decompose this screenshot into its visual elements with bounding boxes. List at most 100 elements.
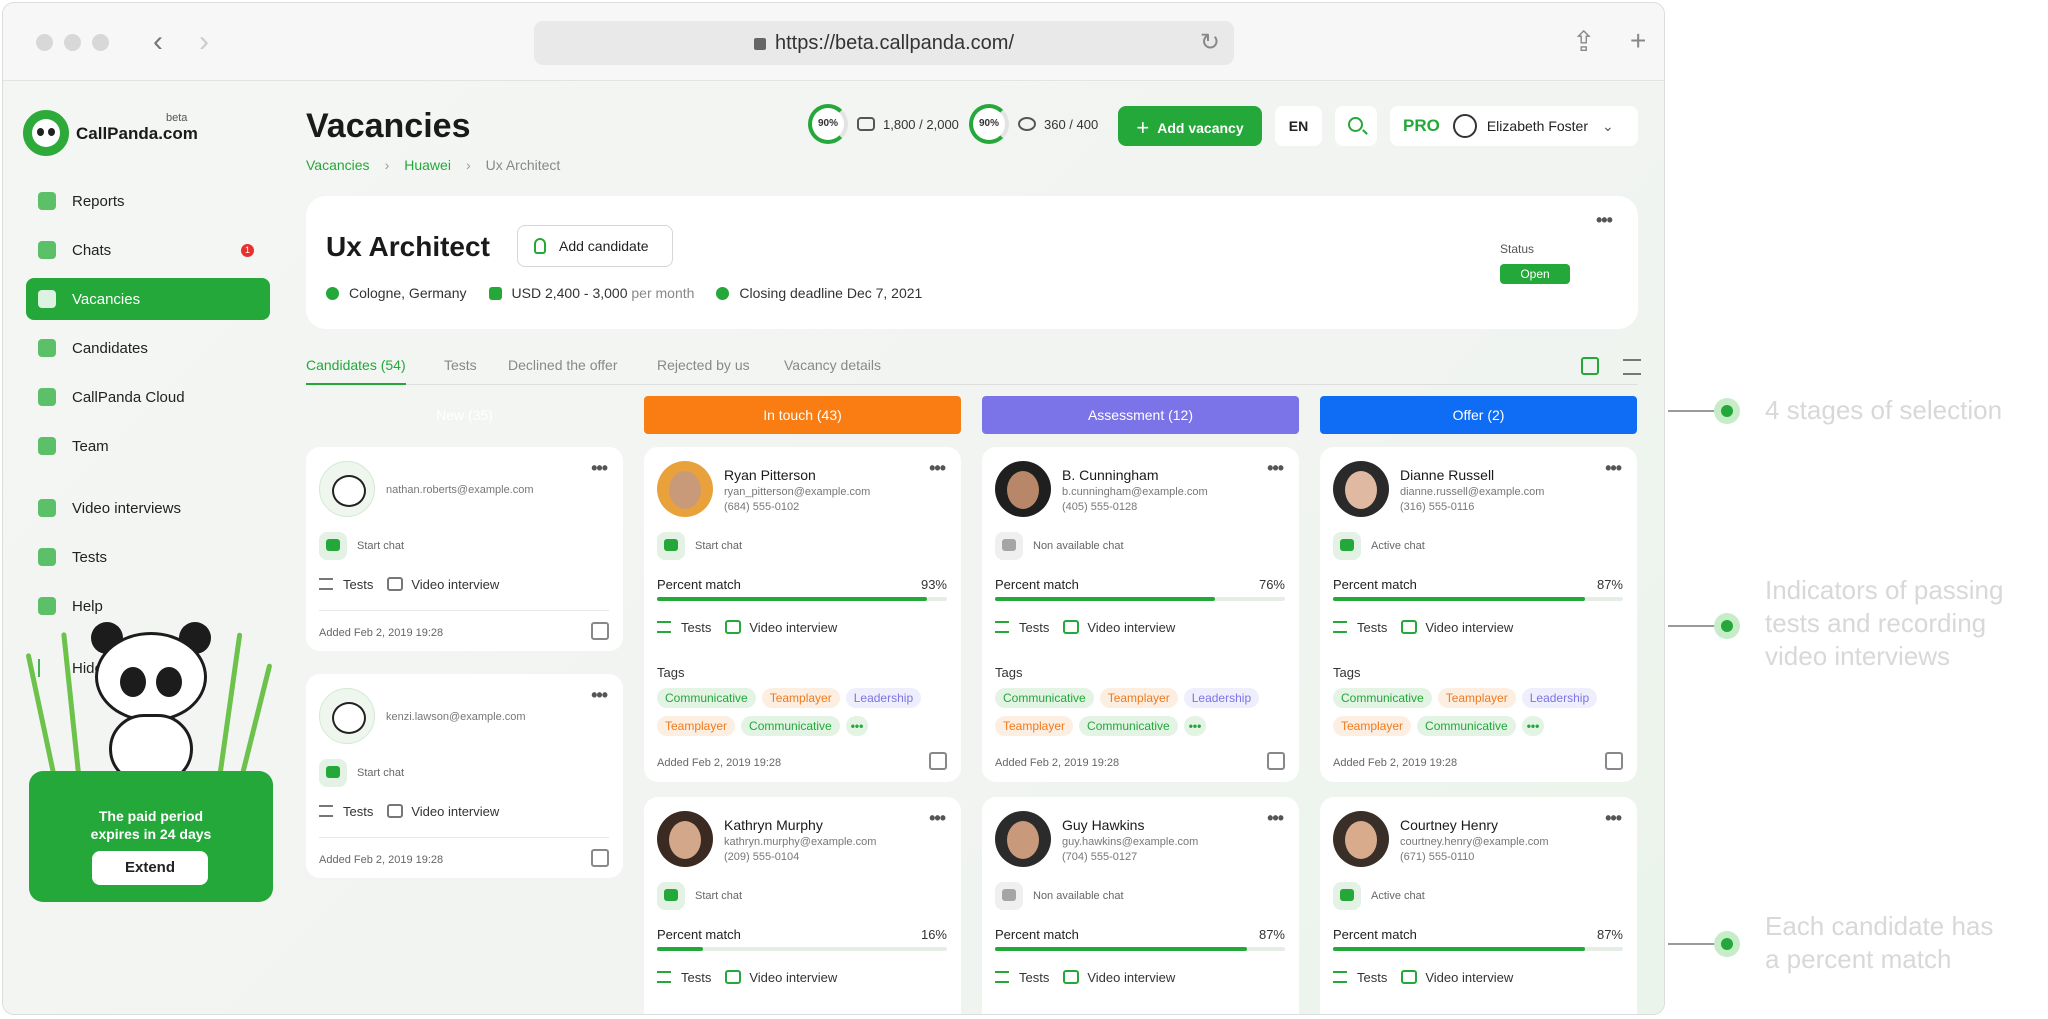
- chat-status[interactable]: Start chat: [319, 532, 404, 560]
- sidebar-item-candidates[interactable]: Candidates: [26, 327, 270, 369]
- chat-status[interactable]: Non available chat: [995, 532, 1124, 560]
- bamboo-decoration: [61, 632, 82, 782]
- tag[interactable]: Teamplayer: [657, 716, 736, 736]
- reload-icon[interactable]: ↻: [1200, 21, 1220, 65]
- tag[interactable]: Communicative: [657, 688, 756, 708]
- select-checkbox[interactable]: [1267, 752, 1285, 770]
- more-options-icon[interactable]: •••: [1267, 458, 1284, 479]
- percent-match-label: Percent match: [995, 577, 1079, 592]
- bamboo-decoration: [216, 632, 243, 782]
- tag[interactable]: Communicative: [1333, 688, 1432, 708]
- vacancy-title: Ux Architect: [326, 231, 490, 262]
- more-tags-icon[interactable]: •••: [1521, 716, 1545, 736]
- candidate-email: guy.hawkins@example.com: [1062, 836, 1199, 848]
- board-view-icon[interactable]: [1581, 357, 1599, 375]
- tag[interactable]: Teamplayer: [1333, 716, 1412, 736]
- zoom-dot[interactable]: [92, 34, 109, 51]
- more-options-icon[interactable]: •••: [1605, 458, 1622, 479]
- new-tab-plus-icon[interactable]: +: [1630, 25, 1646, 57]
- sidebar-item-video-interviews[interactable]: Video interviews: [26, 487, 270, 529]
- tag[interactable]: Communicative: [995, 688, 1094, 708]
- candidate-card[interactable]: Dianne Russell dianne.russell@example.co…: [1320, 447, 1637, 782]
- more-options-icon[interactable]: •••: [1267, 808, 1284, 829]
- candidate-email: nathan.roberts@example.com: [386, 484, 534, 496]
- language-selector[interactable]: EN: [1275, 106, 1322, 146]
- tab-rejected[interactable]: Rejected by us: [657, 357, 750, 385]
- more-options-icon[interactable]: •••: [929, 458, 946, 479]
- search-button[interactable]: [1335, 106, 1377, 146]
- chat-status[interactable]: Active chat: [1333, 532, 1425, 560]
- video-interview-label: Video interview: [411, 576, 500, 592]
- tag[interactable]: Communicative: [1417, 716, 1516, 736]
- forward-arrow-icon[interactable]: ›: [199, 27, 209, 57]
- sidebar-item-label: Chats: [72, 241, 112, 259]
- tag[interactable]: Teamplayer: [1099, 688, 1178, 708]
- user-name: Elizabeth Foster: [1486, 118, 1589, 134]
- more-tags-icon[interactable]: •••: [845, 716, 869, 736]
- chat-status[interactable]: Start chat: [657, 532, 742, 560]
- avatar: [1452, 114, 1477, 138]
- more-options-icon[interactable]: •••: [591, 458, 608, 479]
- sidebar-item-chats[interactable]: Chats 1: [26, 229, 270, 271]
- add-vacancy-button[interactable]: + Add vacancy: [1118, 106, 1262, 146]
- breadcrumb-company[interactable]: Huawei: [404, 157, 451, 173]
- close-dot[interactable]: [36, 34, 53, 51]
- extend-button[interactable]: Extend: [92, 851, 208, 885]
- tab-candidates[interactable]: Candidates (54): [306, 357, 406, 385]
- percent-match-value: 93%: [920, 577, 947, 592]
- tab-tests[interactable]: Tests: [444, 357, 477, 385]
- sidebar-item-team[interactable]: Team: [26, 425, 270, 467]
- chat-status[interactable]: Active chat: [1333, 882, 1425, 910]
- address-bar[interactable]: https://beta.callpanda.com/ ↻: [534, 21, 1234, 65]
- more-tags-icon[interactable]: •••: [1183, 716, 1207, 736]
- sidebar-item-help[interactable]: Help: [26, 585, 270, 627]
- more-options-icon[interactable]: •••: [929, 808, 946, 829]
- sidebar-item-vacancies[interactable]: Vacancies: [26, 278, 270, 320]
- tag[interactable]: Teamplayer: [995, 716, 1074, 736]
- chat-status[interactable]: Non available chat: [995, 882, 1124, 910]
- more-options-icon[interactable]: •••: [1605, 808, 1622, 829]
- select-checkbox[interactable]: [1605, 752, 1623, 770]
- tag[interactable]: Leadership: [845, 688, 922, 708]
- candidate-card[interactable]: kenzi.lawson@example.com ••• Start chat …: [306, 674, 623, 878]
- video-interview-label: Video interview: [411, 803, 500, 819]
- candidate-card[interactable]: Guy Hawkins guy.hawkins@example.com (704…: [982, 797, 1299, 1014]
- status-badge[interactable]: Open: [1500, 264, 1570, 284]
- candidates-icon: [38, 339, 56, 357]
- add-candidate-button[interactable]: Add candidate: [517, 225, 673, 267]
- chat-status[interactable]: Start chat: [319, 759, 404, 787]
- tag[interactable]: Leadership: [1521, 688, 1598, 708]
- tests-label: Tests: [1019, 619, 1050, 635]
- percent-match-label: Percent match: [1333, 927, 1417, 942]
- candidate-card[interactable]: Ryan Pitterson ryan_pitterson@example.co…: [644, 447, 961, 782]
- tag[interactable]: Communicative: [741, 716, 840, 736]
- tab-declined[interactable]: Declined the offer: [508, 357, 617, 385]
- sidebar-item-reports[interactable]: Reports: [26, 180, 270, 222]
- more-options-icon[interactable]: •••: [1596, 210, 1613, 231]
- tag[interactable]: Teamplayer: [761, 688, 840, 708]
- sidebar-item-tests[interactable]: Tests: [26, 536, 270, 578]
- select-checkbox[interactable]: [929, 752, 947, 770]
- minimize-dot[interactable]: [64, 34, 81, 51]
- select-checkbox[interactable]: [591, 622, 609, 640]
- sidebar-item-cloud[interactable]: CallPanda Cloud: [26, 376, 270, 418]
- tag[interactable]: Leadership: [1183, 688, 1260, 708]
- user-menu[interactable]: PRO Elizabeth Foster ⌄: [1390, 106, 1638, 146]
- candidate-card[interactable]: Kathryn Murphy kathryn.murphy@example.co…: [644, 797, 961, 1014]
- more-options-icon[interactable]: •••: [591, 685, 608, 706]
- select-checkbox[interactable]: [591, 849, 609, 867]
- back-arrow-icon[interactable]: ‹: [153, 27, 163, 57]
- tab-vacancy-details[interactable]: Vacancy details: [784, 357, 881, 385]
- call-quota: 90% 1,800 / 2,000: [808, 104, 959, 144]
- tests-label: Tests: [1357, 969, 1388, 985]
- tag[interactable]: Communicative: [1079, 716, 1178, 736]
- candidate-card[interactable]: B. Cunningham b.cunningham@example.com (…: [982, 447, 1299, 782]
- breadcrumb-vacancies[interactable]: Vacancies: [306, 157, 370, 173]
- candidate-card[interactable]: Courtney Henry courtney.henry@example.co…: [1320, 797, 1637, 1014]
- tag[interactable]: Teamplayer: [1437, 688, 1516, 708]
- chat-status[interactable]: Start chat: [657, 882, 742, 910]
- list-view-icon[interactable]: [1623, 359, 1641, 375]
- candidate-card[interactable]: nathan.roberts@example.com ••• Start cha…: [306, 447, 623, 651]
- share-icon[interactable]: ⇪: [1572, 25, 1595, 58]
- clock-icon: [716, 286, 730, 300]
